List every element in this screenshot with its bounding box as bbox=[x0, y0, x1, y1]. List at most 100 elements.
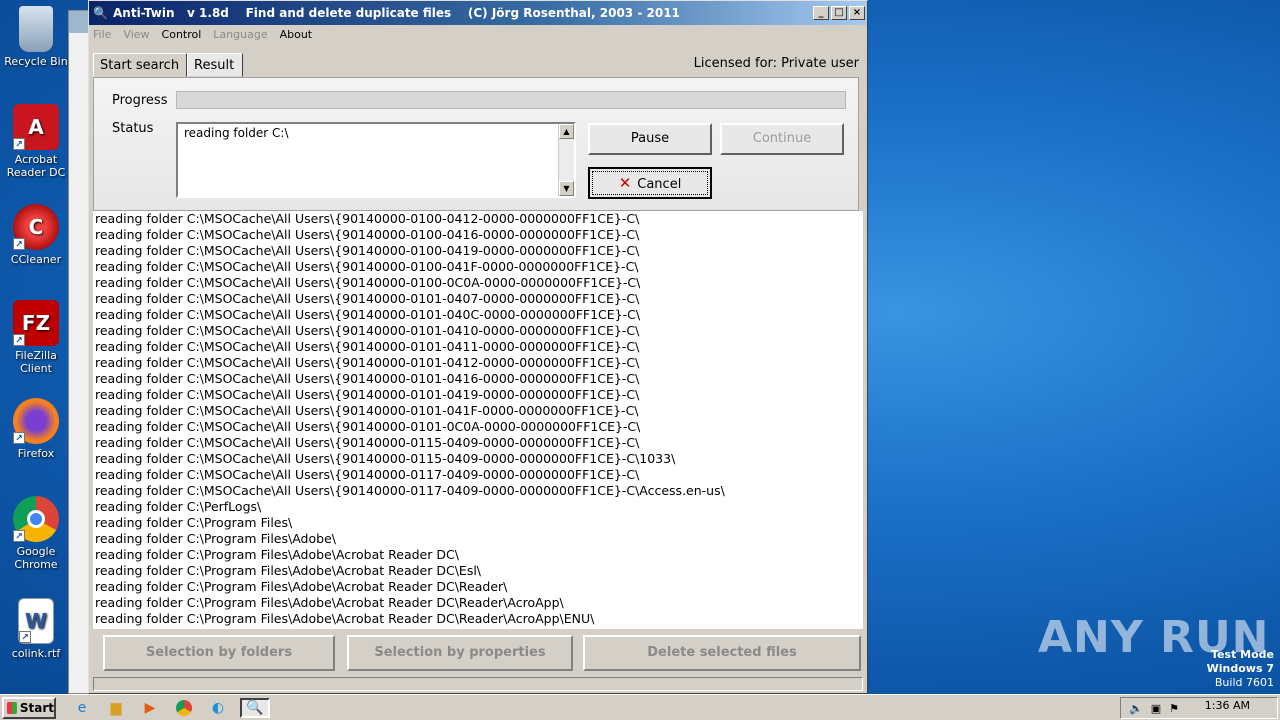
media-player-icon[interactable]: ▶ bbox=[138, 698, 162, 718]
status-strip bbox=[93, 677, 863, 691]
window-title: Anti-Twin v 1.8d Find and delete duplica… bbox=[113, 6, 680, 20]
desktop-icon-label: FileZilla Client bbox=[15, 349, 57, 375]
log-line: reading folder C:\MSOCache\All Users\{90… bbox=[95, 307, 641, 322]
license-text: Licensed for: Private user bbox=[693, 56, 859, 71]
desktop-icon-chrome[interactable]: ↗ Google Chrome bbox=[2, 496, 70, 571]
windows-version-line: Windows 7 bbox=[1206, 662, 1274, 675]
log-line: reading folder C:\MSOCache\All Users\{90… bbox=[95, 371, 640, 386]
log-line: reading folder C:\Program Files\Adobe\Ac… bbox=[95, 563, 482, 578]
minimize-button[interactable]: _ bbox=[813, 6, 829, 20]
clock[interactable]: 1:36 AM bbox=[1205, 699, 1250, 712]
word-document-icon: W ↗ bbox=[18, 598, 54, 644]
windows-flag-icon bbox=[7, 701, 17, 714]
log-line: reading folder C:\MSOCache\All Users\{90… bbox=[95, 243, 640, 258]
internet-explorer-icon[interactable]: e bbox=[70, 698, 94, 718]
menu-language[interactable]: Language bbox=[213, 28, 267, 41]
log-line: reading folder C:\MSOCache\All Users\{90… bbox=[95, 291, 640, 306]
test-mode-line: Test Mode bbox=[1211, 648, 1274, 661]
cancel-x-icon: ✕ bbox=[618, 174, 632, 192]
log-line: reading folder C:\Program Files\Adobe\Ac… bbox=[95, 579, 508, 594]
log-line: reading folder C:\MSOCache\All Users\{90… bbox=[95, 467, 640, 482]
log-line: reading folder C:\MSOCache\All Users\{90… bbox=[95, 323, 640, 338]
scroll-up-icon[interactable]: ▲ bbox=[559, 124, 574, 139]
pause-button[interactable]: Pause bbox=[588, 123, 712, 155]
scroll-down-icon[interactable]: ▼ bbox=[559, 181, 574, 196]
recycle-bin-icon bbox=[19, 6, 53, 52]
cancel-label: Cancel bbox=[637, 177, 682, 192]
log-line: reading folder C:\MSOCache\All Users\{90… bbox=[95, 451, 676, 466]
log-line: reading folder C:\MSOCache\All Users\{90… bbox=[95, 387, 640, 402]
network-icon[interactable]: ▣ bbox=[1151, 702, 1161, 715]
desktop-icon-ccleaner[interactable]: C ↗ CCleaner bbox=[2, 204, 70, 266]
desktop-icon-filezilla[interactable]: FZ ↗ FileZilla Client bbox=[2, 300, 70, 375]
file-explorer-icon[interactable]: ▆ bbox=[104, 698, 128, 718]
tab-row: Start search Result Licensed for: Privat… bbox=[93, 53, 863, 77]
desktop-icon-label: colink.rtf bbox=[11, 647, 61, 660]
log-line: reading folder C:\MSOCache\All Users\{90… bbox=[95, 483, 725, 498]
status-textbox[interactable]: reading folder C:\ ▲ ▼ bbox=[176, 122, 576, 198]
log-line: reading folder C:\MSOCache\All Users\{90… bbox=[95, 275, 641, 290]
log-line: reading folder C:\MSOCache\All Users\{90… bbox=[95, 259, 639, 274]
log-line: reading folder C:\PerfLogs\ bbox=[95, 499, 262, 514]
ccleaner-icon: C ↗ bbox=[13, 204, 59, 250]
log-line: reading folder C:\MSOCache\All Users\{90… bbox=[95, 403, 639, 418]
action-bar: Selection by folders Selection by proper… bbox=[93, 631, 863, 673]
desktop-icon-label: Recycle Bin bbox=[4, 55, 68, 68]
menu-control[interactable]: Control bbox=[162, 28, 202, 41]
anti-twin-taskbar-icon[interactable]: 🔍 bbox=[240, 697, 270, 718]
log-line: reading folder C:\Program Files\Adobe\ bbox=[95, 531, 336, 546]
selection-by-folders-button[interactable]: Selection by folders bbox=[103, 635, 335, 671]
magnifier-icon: 🔍 bbox=[93, 6, 108, 20]
speaker-icon[interactable]: 🔈 bbox=[1129, 702, 1143, 715]
log-line: reading folder C:\MSOCache\All Users\{90… bbox=[95, 227, 640, 242]
chrome-icon: ↗ bbox=[13, 496, 59, 542]
chrome-taskbar-icon[interactable] bbox=[172, 698, 196, 718]
menu-view[interactable]: View bbox=[123, 28, 149, 41]
progress-bar bbox=[176, 91, 846, 109]
action-center-flag-icon[interactable]: ⚑ bbox=[1169, 702, 1179, 715]
build-line: Build 7601 bbox=[1214, 676, 1274, 689]
maximize-button[interactable]: □ bbox=[831, 6, 847, 20]
status-scrollbar[interactable]: ▲ ▼ bbox=[558, 124, 574, 196]
close-button[interactable]: × bbox=[849, 6, 865, 20]
start-button[interactable]: Start bbox=[2, 696, 56, 719]
system-tray: 🔈 ▣ ⚑ bbox=[1120, 697, 1278, 719]
log-line: reading folder C:\Program Files\Adobe\Ac… bbox=[95, 547, 459, 562]
title-bar[interactable]: 🔍 Anti-Twin v 1.8d Find and delete dupli… bbox=[89, 1, 867, 25]
tab-result[interactable]: Result bbox=[187, 53, 243, 77]
acrobat-icon: A ↗ bbox=[13, 104, 59, 150]
log-list[interactable]: reading folder C:\MSOCache\All Users\{90… bbox=[93, 211, 863, 629]
desktop-icon-firefox[interactable]: ↗ Firefox bbox=[2, 398, 70, 460]
cancel-button[interactable]: ✕ Cancel bbox=[588, 167, 712, 199]
firefox-icon: ↗ bbox=[13, 398, 59, 444]
test-mode-notice: Test Mode Windows 7 Build 7601 bbox=[1207, 648, 1274, 690]
status-text: reading folder C:\ bbox=[184, 126, 289, 140]
edge-icon[interactable]: ◐ bbox=[206, 698, 230, 718]
log-line: reading folder C:\MSOCache\All Users\{90… bbox=[95, 339, 640, 354]
delete-selected-files-button[interactable]: Delete selected files bbox=[583, 635, 861, 671]
start-label: Start bbox=[19, 700, 54, 715]
desktop-icon-label: Firefox bbox=[17, 447, 55, 460]
menu-about[interactable]: About bbox=[280, 28, 313, 41]
desktop-icon-label: CCleaner bbox=[10, 253, 62, 266]
status-label: Status bbox=[112, 121, 154, 136]
desktop-icon-acrobat[interactable]: A ↗ Acrobat Reader DC bbox=[2, 104, 70, 179]
menu-file[interactable]: File bbox=[93, 28, 111, 41]
filezilla-icon: FZ ↗ bbox=[13, 300, 59, 346]
log-line: reading folder C:\MSOCache\All Users\{90… bbox=[95, 435, 640, 450]
progress-label: Progress bbox=[112, 93, 168, 108]
log-line: reading folder C:\MSOCache\All Users\{90… bbox=[95, 355, 640, 370]
desktop-icon-colink[interactable]: W ↗ colink.rtf bbox=[2, 598, 70, 660]
desktop-icon-label: Acrobat Reader DC bbox=[6, 153, 66, 179]
continue-button[interactable]: Continue bbox=[720, 123, 844, 155]
desktop-icon-recycle-bin[interactable]: Recycle Bin bbox=[2, 6, 70, 68]
log-line: reading folder C:\MSOCache\All Users\{90… bbox=[95, 419, 641, 434]
log-line: reading folder C:\MSOCache\All Users\{90… bbox=[95, 211, 640, 226]
log-line: reading folder C:\Program Files\ bbox=[95, 515, 293, 530]
tab-start-search[interactable]: Start search bbox=[93, 53, 187, 77]
log-line: reading folder C:\Program Files\Adobe\Ac… bbox=[95, 611, 595, 626]
taskbar: Start e ▆ ▶ ◐ 🔍 🔈 ▣ ⚑ 1:36 AM bbox=[0, 694, 1280, 720]
selection-by-properties-button[interactable]: Selection by properties bbox=[347, 635, 573, 671]
anti-twin-window[interactable]: 🔍 Anti-Twin v 1.8d Find and delete dupli… bbox=[88, 0, 868, 694]
menu-bar: File View Control Language About bbox=[89, 25, 867, 43]
